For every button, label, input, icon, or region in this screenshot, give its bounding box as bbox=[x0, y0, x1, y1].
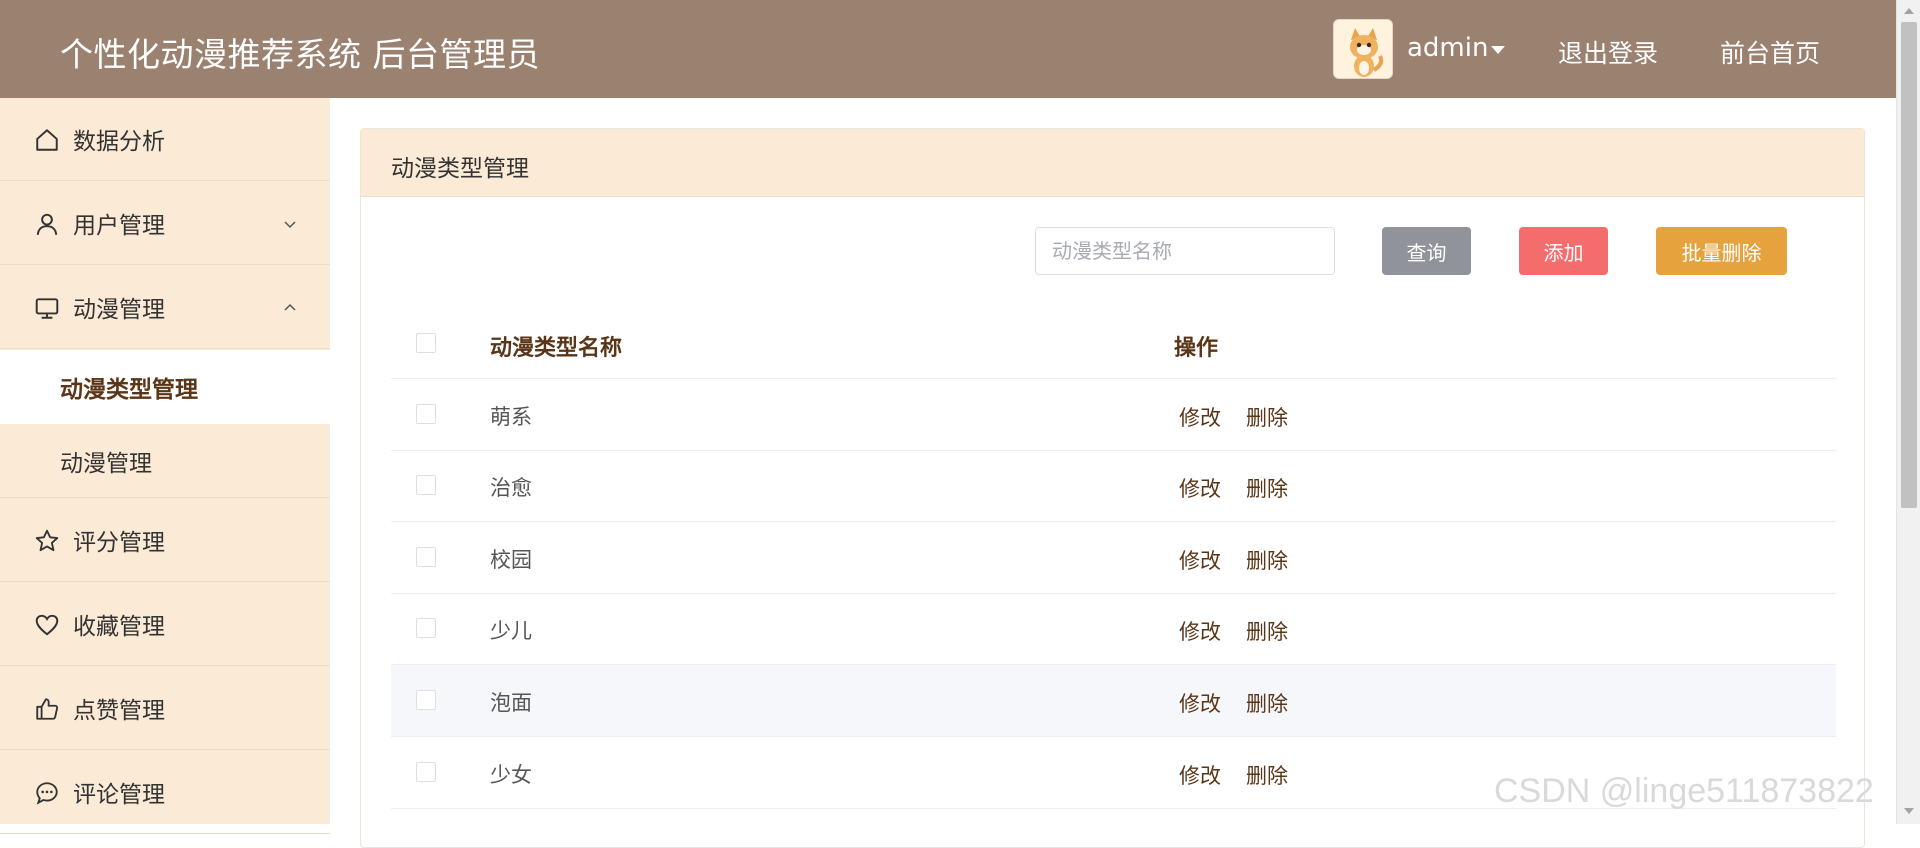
sidebar-item-label: 收藏管理 bbox=[73, 614, 165, 640]
select-all-checkbox[interactable] bbox=[416, 333, 436, 353]
chevron-down-icon bbox=[284, 221, 296, 229]
sidebar-item-data-analysis[interactable]: 数据分析 bbox=[0, 98, 330, 181]
sidebar-item-comments[interactable]: 评论管理 bbox=[0, 751, 330, 834]
row-name: 治愈 bbox=[490, 476, 532, 500]
row-name: 泡面 bbox=[490, 691, 532, 715]
edit-link[interactable]: 修改 bbox=[1179, 545, 1221, 575]
username[interactable]: admin bbox=[1407, 33, 1488, 63]
column-header-name: 动漫类型名称 bbox=[490, 336, 623, 361]
row-checkbox[interactable] bbox=[416, 762, 436, 782]
sidebar-subitem-anime[interactable]: 动漫管理 bbox=[0, 424, 330, 498]
sidebar-item-label: 用户管理 bbox=[73, 213, 165, 239]
cat-avatar-icon bbox=[1334, 20, 1392, 78]
app-title: 个性化动漫推荐系统 后台管理员 bbox=[60, 35, 540, 74]
home-icon bbox=[36, 129, 58, 151]
scroll-thumb[interactable] bbox=[1901, 22, 1917, 508]
star-icon bbox=[35, 529, 59, 552]
chevron-up-icon bbox=[284, 303, 296, 311]
sidebar-subitem-label: 动漫类型管理 bbox=[60, 377, 198, 403]
comment-icon bbox=[36, 782, 58, 805]
delete-link[interactable]: 删除 bbox=[1246, 760, 1288, 790]
row-checkbox[interactable] bbox=[416, 404, 436, 424]
logout-link[interactable]: 退出登录 bbox=[1558, 34, 1658, 70]
frontend-home-link[interactable]: 前台首页 bbox=[1720, 34, 1820, 70]
search-input[interactable] bbox=[1035, 227, 1335, 275]
scroll-down-icon[interactable] bbox=[1904, 808, 1914, 814]
row-name: 校园 bbox=[490, 548, 532, 572]
table-row: 萌系 修改 删除 bbox=[391, 379, 1836, 451]
delete-link[interactable]: 删除 bbox=[1246, 616, 1288, 646]
table-row: 治愈 修改 删除 bbox=[391, 450, 1836, 522]
sidebar-item-anime[interactable]: 动漫管理 bbox=[0, 266, 330, 349]
delete-link[interactable]: 删除 bbox=[1246, 545, 1288, 575]
row-name: 少儿 bbox=[490, 619, 532, 643]
row-name: 萌系 bbox=[490, 405, 532, 429]
row-checkbox[interactable] bbox=[416, 547, 436, 567]
row-checkbox[interactable] bbox=[416, 475, 436, 495]
sidebar-item-ratings[interactable]: 评分管理 bbox=[0, 499, 330, 582]
table-row: 校园 修改 删除 bbox=[391, 522, 1836, 594]
row-name: 少女 bbox=[490, 763, 532, 787]
sidebar-item-label: 点赞管理 bbox=[73, 698, 165, 724]
sidebar-item-label: 评分管理 bbox=[73, 530, 165, 556]
page-scrollbar[interactable] bbox=[1896, 0, 1920, 824]
edit-link[interactable]: 修改 bbox=[1179, 402, 1221, 432]
sidebar-item-label: 数据分析 bbox=[73, 129, 165, 155]
edit-link[interactable]: 修改 bbox=[1179, 473, 1221, 503]
sidebar-item-favorites[interactable]: 收藏管理 bbox=[0, 583, 330, 666]
table-row: 泡面 修改 删除 bbox=[391, 665, 1836, 737]
column-header-ops: 操作 bbox=[1174, 336, 1219, 361]
chevron-down-icon[interactable] bbox=[1491, 46, 1505, 54]
thumbs-up-icon bbox=[36, 698, 59, 720]
scroll-up-icon[interactable] bbox=[1904, 8, 1914, 14]
avatar[interactable] bbox=[1333, 19, 1393, 79]
delete-link[interactable]: 删除 bbox=[1246, 688, 1288, 718]
monitor-icon bbox=[35, 298, 59, 319]
batch-delete-button[interactable]: 批量删除 bbox=[1656, 227, 1787, 275]
edit-link[interactable]: 修改 bbox=[1179, 688, 1221, 718]
sidebar-item-label: 评论管理 bbox=[73, 782, 165, 808]
add-button[interactable]: 添加 bbox=[1519, 227, 1608, 275]
watermark-text: CSDN @linge511873822 bbox=[1494, 772, 1874, 810]
panel-header: 动漫类型管理 bbox=[361, 129, 1864, 197]
row-checkbox[interactable] bbox=[416, 618, 436, 638]
heart-icon bbox=[35, 614, 59, 636]
page-title: 动漫类型管理 bbox=[391, 156, 529, 182]
sidebar: 数据分析 用户管理 动漫管理 动漫类型管理 动漫管理 评分管理 收藏管理 点赞管… bbox=[0, 98, 330, 834]
sidebar-subitem-anime-type[interactable]: 动漫类型管理 bbox=[0, 350, 330, 424]
row-checkbox[interactable] bbox=[416, 690, 436, 710]
anime-type-panel: 动漫类型管理 查询 添加 批量删除 动漫类型名称 操作 萌系 修改 删除 治愈 … bbox=[360, 128, 1865, 848]
edit-link[interactable]: 修改 bbox=[1179, 616, 1221, 646]
delete-link[interactable]: 删除 bbox=[1246, 402, 1288, 432]
sidebar-item-users[interactable]: 用户管理 bbox=[0, 182, 330, 265]
sidebar-item-likes[interactable]: 点赞管理 bbox=[0, 667, 330, 750]
sidebar-item-label: 动漫管理 bbox=[73, 297, 165, 323]
top-header: 个性化动漫推荐系统 后台管理员 admin 退出登录 前台首页 bbox=[0, 0, 1896, 98]
edit-link[interactable]: 修改 bbox=[1179, 760, 1221, 790]
table-header-row: 动漫类型名称 操作 bbox=[391, 307, 1836, 379]
user-icon bbox=[36, 213, 58, 235]
sidebar-subitem-label: 动漫管理 bbox=[60, 450, 152, 477]
query-button[interactable]: 查询 bbox=[1382, 227, 1471, 275]
table-row: 少儿 修改 删除 bbox=[391, 593, 1836, 665]
delete-link[interactable]: 删除 bbox=[1246, 473, 1288, 503]
